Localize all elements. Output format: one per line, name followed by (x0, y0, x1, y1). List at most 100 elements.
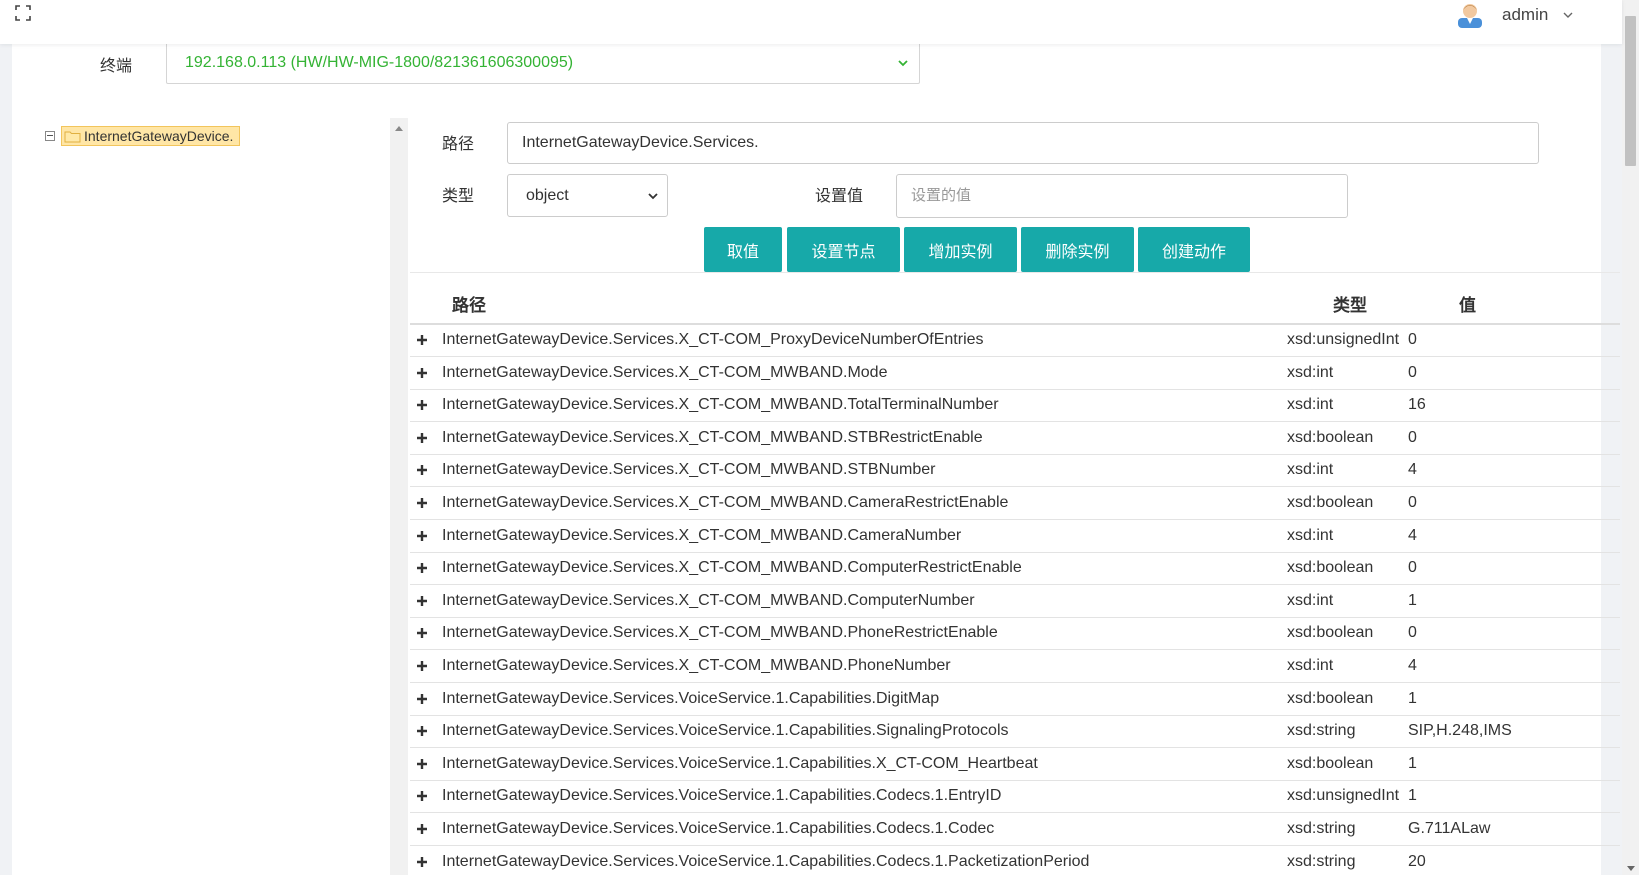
row-type: xsd:int (1287, 591, 1334, 609)
row-type: xsd:string (1287, 722, 1356, 740)
tree-node-label: InternetGatewayDevice. (84, 128, 234, 144)
scrollbar-thumb[interactable] (1625, 16, 1636, 166)
row-type: xsd:boolean (1287, 624, 1374, 642)
table-row[interactable]: InternetGatewayDevice.Services.X_CT-COM_… (410, 521, 1620, 553)
username[interactable]: admin (1502, 5, 1548, 25)
type-label: 类型 (442, 188, 475, 205)
table-row[interactable]: InternetGatewayDevice.Services.X_CT-COM_… (410, 325, 1620, 357)
fullscreen-icon[interactable] (14, 4, 32, 22)
table-row[interactable]: InternetGatewayDevice.Services.X_CT-COM_… (410, 390, 1620, 423)
row-value: 0 (1408, 331, 1417, 348)
row-value: 4 (1408, 461, 1417, 479)
scroll-up-icon[interactable] (395, 126, 403, 131)
expand-plus-icon[interactable] (416, 595, 428, 607)
table-row[interactable]: InternetGatewayDevice.Services.X_CT-COM_… (410, 553, 1620, 586)
table-row[interactable]: InternetGatewayDevice.Services.VoiceServ… (410, 716, 1620, 749)
scroll-down-icon[interactable] (1627, 866, 1635, 871)
row-type: xsd:int (1287, 657, 1334, 674)
row-path: InternetGatewayDevice.Services.X_CT-COM_… (442, 396, 999, 414)
value-label: 设置值 (815, 188, 864, 205)
row-path: InternetGatewayDevice.Services.X_CT-COM_… (442, 461, 936, 479)
table-row[interactable]: InternetGatewayDevice.Services.VoiceServ… (410, 684, 1620, 716)
terminal-label: 终端 (100, 58, 133, 75)
tree-node-root[interactable]: InternetGatewayDevice. (61, 126, 241, 146)
row-path: InternetGatewayDevice.Services.X_CT-COM_… (442, 526, 962, 544)
table-row[interactable]: InternetGatewayDevice.Services.X_CT-COM_… (410, 618, 1620, 651)
row-value: 1 (1408, 787, 1417, 805)
create-action-button[interactable]: 创建动作 (1138, 227, 1250, 272)
row-path: InternetGatewayDevice.Services.X_CT-COM_… (442, 331, 984, 348)
expand-plus-icon[interactable] (416, 627, 428, 639)
row-type: xsd:boolean (1287, 754, 1374, 772)
expand-plus-icon[interactable] (416, 693, 428, 705)
path-label: 路径 (442, 136, 475, 153)
user-menu[interactable]: admin (1456, 0, 1574, 30)
terminal-select[interactable]: 192.168.0.113 (HW/HW-MIG-1800/8213616063… (166, 42, 920, 84)
expand-plus-icon[interactable] (416, 367, 428, 379)
row-type: xsd:unsignedInt (1287, 787, 1400, 805)
row-value: 1 (1408, 689, 1417, 707)
collapse-toggle-icon[interactable] (45, 131, 55, 141)
row-path: InternetGatewayDevice.Services.VoiceServ… (442, 754, 1038, 772)
row-path: InternetGatewayDevice.Services.X_CT-COM_… (442, 657, 951, 674)
chevron-down-icon (898, 60, 908, 67)
delete-instance-button[interactable]: 删除实例 (1021, 227, 1134, 272)
row-path: InternetGatewayDevice.Services.X_CT-COM_… (442, 591, 975, 609)
row-path: InternetGatewayDevice.Services.X_CT-COM_… (442, 559, 1022, 577)
path-input[interactable]: InternetGatewayDevice.Services. (507, 122, 1539, 164)
expand-plus-icon[interactable] (416, 334, 428, 346)
row-value: 0 (1408, 624, 1417, 642)
expand-plus-icon[interactable] (416, 399, 428, 411)
row-type: xsd:int (1287, 396, 1334, 414)
row-path: InternetGatewayDevice.Services.X_CT-COM_… (442, 428, 983, 446)
expand-plus-icon[interactable] (416, 758, 428, 770)
expand-plus-icon[interactable] (416, 432, 428, 444)
row-type: xsd:boolean (1287, 428, 1374, 446)
tree-scrollbar[interactable] (390, 118, 408, 875)
expand-plus-icon[interactable] (416, 497, 428, 509)
folder-icon (64, 131, 81, 142)
chevron-down-icon (648, 193, 658, 200)
row-value: 1 (1408, 591, 1417, 609)
table-row[interactable]: InternetGatewayDevice.Services.X_CT-COM_… (410, 488, 1620, 520)
row-value: SIP,H.248,IMS (1408, 722, 1512, 740)
row-path: InternetGatewayDevice.Services.VoiceServ… (442, 852, 1090, 870)
table-row[interactable]: InternetGatewayDevice.Services.X_CT-COM_… (410, 423, 1620, 455)
row-path: InternetGatewayDevice.Services.VoiceServ… (442, 820, 995, 837)
row-path: InternetGatewayDevice.Services.VoiceServ… (442, 722, 1009, 740)
expand-plus-icon[interactable] (416, 790, 428, 802)
expand-plus-icon[interactable] (416, 725, 428, 737)
row-type: xsd:int (1287, 461, 1334, 479)
get-value-button[interactable]: 取值 (704, 227, 782, 272)
expand-plus-icon[interactable] (416, 562, 428, 574)
row-value: 4 (1408, 526, 1417, 544)
table-row[interactable]: InternetGatewayDevice.Services.VoiceServ… (410, 781, 1620, 814)
expand-plus-icon[interactable] (416, 530, 428, 542)
expand-plus-icon[interactable] (416, 823, 428, 835)
expand-plus-icon[interactable] (416, 856, 428, 868)
top-header: admin (0, 0, 1622, 44)
table-row[interactable]: InternetGatewayDevice.Services.X_CT-COM_… (410, 586, 1620, 618)
row-value: 20 (1408, 852, 1426, 870)
set-node-button[interactable]: 设置节点 (787, 227, 900, 272)
terminal-selected-value: 192.168.0.113 (HW/HW-MIG-1800/8213616063… (185, 54, 574, 71)
row-value: 1 (1408, 754, 1417, 772)
type-selected-value: object (526, 187, 569, 204)
page-scrollbar[interactable] (1622, 0, 1639, 875)
table-header: 路径 类型 值 (410, 272, 1620, 325)
row-path: InternetGatewayDevice.Services.X_CT-COM_… (442, 624, 998, 642)
add-instance-button[interactable]: 增加实例 (904, 227, 1017, 272)
table-row[interactable]: InternetGatewayDevice.Services.X_CT-COM_… (410, 651, 1620, 683)
table-row[interactable]: InternetGatewayDevice.Services.VoiceServ… (410, 749, 1620, 781)
chevron-down-icon[interactable] (1562, 9, 1574, 21)
value-input[interactable]: 设置的值 (896, 174, 1348, 218)
table-row[interactable]: InternetGatewayDevice.Services.VoiceServ… (410, 814, 1620, 846)
table-row[interactable]: InternetGatewayDevice.Services.X_CT-COM_… (410, 455, 1620, 488)
table-row[interactable]: InternetGatewayDevice.Services.VoiceServ… (410, 847, 1620, 875)
expand-plus-icon[interactable] (416, 464, 428, 476)
type-select[interactable]: object (507, 174, 668, 217)
expand-plus-icon[interactable] (416, 660, 428, 672)
row-path: InternetGatewayDevice.Services.VoiceServ… (442, 689, 940, 707)
column-header-type: 类型 (1333, 296, 1367, 315)
table-row[interactable]: InternetGatewayDevice.Services.X_CT-COM_… (410, 358, 1620, 390)
